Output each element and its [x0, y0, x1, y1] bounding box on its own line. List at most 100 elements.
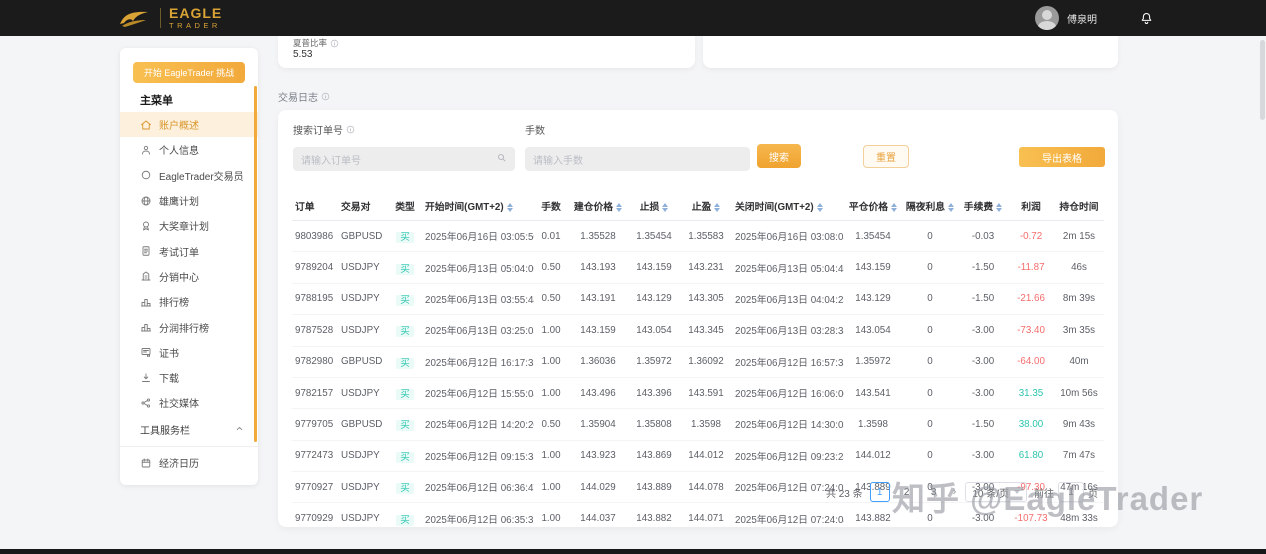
- sidebar-item[interactable]: 账户概述: [120, 112, 258, 137]
- page-number-button[interactable]: 1: [870, 482, 890, 502]
- column-header[interactable]: 关闭时间(GMT+2): [732, 192, 844, 221]
- sidebar-item[interactable]: EagleTrader交易员: [120, 163, 258, 188]
- avatar[interactable]: [1035, 6, 1059, 30]
- page-size-select[interactable]: 10 条/页: [965, 482, 1027, 502]
- column-header-label: 手数: [541, 202, 561, 213]
- sidebar-item[interactable]: 排行榜: [120, 289, 258, 314]
- user-name[interactable]: 傅泉明: [1067, 11, 1097, 26]
- cell-order: 9770929: [292, 503, 338, 534]
- table-row[interactable]: 9803986 GBPUSD 买 2025年06月16日 03:05:50 0.…: [292, 221, 1104, 252]
- column-header[interactable]: 隔夜利息: [902, 192, 958, 221]
- table-row[interactable]: 9779705 GBPUSD 买 2025年06月12日 14:20:20 0.…: [292, 409, 1104, 440]
- cell-order: 9788195: [292, 283, 338, 314]
- sidebar-item[interactable]: 考试订单: [120, 238, 258, 263]
- cell-profit: -21.66: [1008, 283, 1054, 314]
- column-header[interactable]: 手数: [534, 192, 568, 221]
- document-icon: [140, 245, 152, 257]
- info-icon[interactable]: [330, 39, 339, 48]
- podium-icon: [140, 321, 152, 333]
- info-icon[interactable]: [346, 125, 355, 134]
- column-header[interactable]: 建仓价格: [568, 192, 628, 221]
- eagle-logo-icon: [118, 6, 152, 30]
- cell-type: 买: [388, 221, 422, 252]
- order-number-input[interactable]: 请输入订单号: [293, 147, 515, 171]
- sort-carets-icon[interactable]: [616, 203, 622, 212]
- sidebar-item[interactable]: 下载: [120, 365, 258, 390]
- bottom-bar: [0, 549, 1266, 554]
- cell-type: 买: [388, 472, 422, 503]
- table-row[interactable]: 9770929 USDJPY 买 2025年06月12日 06:35:31 1.…: [292, 503, 1104, 534]
- column-header[interactable]: 开始时间(GMT+2): [422, 192, 534, 221]
- reset-button[interactable]: 重置: [863, 145, 909, 168]
- brand-logo: EAGLE TRADER: [118, 0, 222, 36]
- column-header[interactable]: 手续费: [958, 192, 1008, 221]
- sidebar-item[interactable]: 经济日历: [120, 450, 258, 475]
- sidebar-item[interactable]: 大奖章计划: [120, 213, 258, 238]
- column-header[interactable]: 利润: [1008, 192, 1054, 221]
- column-header-label: 交易对: [341, 202, 370, 213]
- export-table-button[interactable]: 导出表格: [1019, 147, 1105, 167]
- page-scrollbar[interactable]: [1260, 40, 1265, 120]
- sidebar-scrollbar[interactable]: [254, 86, 257, 442]
- cell-open-price: 1.35904: [568, 409, 628, 440]
- page-number-button[interactable]: 2: [897, 482, 917, 502]
- info-icon[interactable]: [321, 92, 330, 101]
- table-row[interactable]: 9782157 USDJPY 买 2025年06月12日 15:55:04 1.…: [292, 377, 1104, 408]
- main-menu: 账户概述 个人信息 EagleTrader交易员 雄鹰计划 大奖章计划 考试订单: [120, 112, 258, 416]
- sort-carets-icon[interactable]: [891, 203, 897, 212]
- sort-carets-icon[interactable]: [948, 203, 954, 212]
- table-row[interactable]: 9772473 USDJPY 买 2025年06月12日 09:15:38 1.…: [292, 440, 1104, 471]
- cell-close-time: 2025年06月12日 16:06:00: [732, 377, 844, 408]
- column-header[interactable]: 订单: [292, 192, 338, 221]
- sidebar-item-label: 考试订单: [159, 244, 199, 259]
- cell-close-price: 144.012: [844, 440, 902, 471]
- cell-duration: 3m 35s: [1054, 315, 1104, 346]
- next-page-button[interactable]: ›: [951, 486, 959, 498]
- column-header-label: 关闭时间(GMT+2): [735, 202, 814, 213]
- sidebar-item[interactable]: 个人信息: [120, 137, 258, 162]
- column-header[interactable]: 交易对: [338, 192, 388, 221]
- column-header[interactable]: 类型: [388, 192, 422, 221]
- sidebar-item[interactable]: 证书: [120, 340, 258, 365]
- sort-carets-icon[interactable]: [714, 203, 720, 212]
- sort-carets-icon[interactable]: [996, 203, 1002, 212]
- page-size-value: 10 条/页: [972, 485, 1009, 500]
- page-jump-input[interactable]: 1: [1058, 482, 1084, 502]
- page-number-button[interactable]: 3: [924, 482, 944, 502]
- column-header-label: 持仓时间: [1059, 202, 1098, 213]
- sidebar-item[interactable]: 分销中心: [120, 264, 258, 289]
- sidebar-item[interactable]: 雄鹰计划: [120, 188, 258, 213]
- tools-menu: 经济日历: [120, 450, 258, 475]
- column-header[interactable]: 持仓时间: [1054, 192, 1104, 221]
- cell-stop-loss: 143.889: [628, 472, 680, 503]
- table-row[interactable]: 9789204 USDJPY 买 2025年06月13日 05:04:00 0.…: [292, 252, 1104, 283]
- cell-lots: 1.00: [534, 315, 568, 346]
- table-row[interactable]: 9788195 USDJPY 买 2025年06月13日 03:55:44 0.…: [292, 283, 1104, 314]
- stat-value: 5.53: [293, 49, 312, 60]
- sidebar-item-label: 下载: [159, 370, 179, 385]
- order-type-badge: 买: [396, 420, 414, 431]
- start-challenge-button[interactable]: 开始 EagleTrader 挑战: [133, 62, 245, 83]
- cell-order: 9770927: [292, 472, 338, 503]
- sort-carets-icon[interactable]: [507, 203, 513, 212]
- sort-carets-icon[interactable]: [662, 203, 668, 212]
- sidebar-item-label: 账户概述: [159, 117, 199, 132]
- table-row[interactable]: 9787528 USDJPY 买 2025年06月13日 03:25:03 1.…: [292, 315, 1104, 346]
- sidebar-item-label: 排行榜: [159, 294, 189, 309]
- column-header[interactable]: 止盈: [680, 192, 732, 221]
- cell-take-profit: 143.305: [680, 283, 732, 314]
- column-header[interactable]: 止损: [628, 192, 680, 221]
- sidebar-item[interactable]: 分润排行榜: [120, 314, 258, 339]
- sort-carets-icon[interactable]: [817, 203, 823, 212]
- cell-close-time: 2025年06月13日 03:28:38: [732, 315, 844, 346]
- lots-input[interactable]: 请输入手数: [525, 147, 750, 171]
- cell-commission: -3.00: [958, 503, 1008, 534]
- sidebar-section-tools[interactable]: 工具服务栏: [140, 422, 244, 437]
- table-row[interactable]: 9782980 GBPUSD 买 2025年06月12日 16:17:35 1.…: [292, 346, 1104, 377]
- notification-bell-icon[interactable]: [1139, 11, 1154, 26]
- column-header[interactable]: 平仓价格: [844, 192, 902, 221]
- sidebar-item-label: 社交媒体: [159, 395, 199, 410]
- sidebar-item[interactable]: 社交媒体: [120, 390, 258, 415]
- search-button[interactable]: 搜索: [757, 144, 801, 168]
- trade-log-card: 搜索订单号 请输入订单号 手数 请输入手数 搜索 重置 导出表格: [278, 110, 1118, 527]
